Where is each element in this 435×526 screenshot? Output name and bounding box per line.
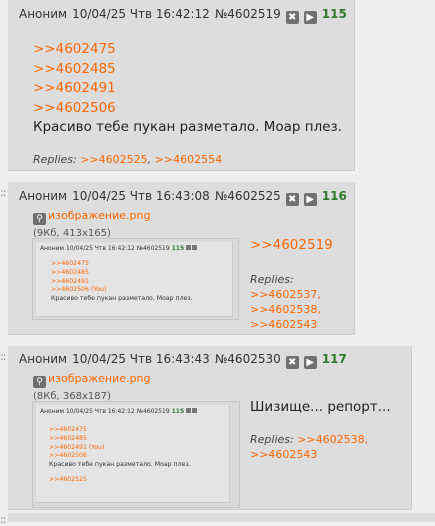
file-info: ⚲ изображение.png (8Кб, 368x187) [33,372,150,402]
file-name-link[interactable]: изображение.png [48,209,150,222]
replies-list: Replies: >>4602537, >>4602538, >>4602543 [250,272,321,332]
thumb-hide-icon [186,245,192,250]
magnifier-icon[interactable]: ⚲ [33,213,46,225]
reply-link[interactable]: >>4602519 [250,236,333,256]
reply-count-badge: 115 [321,7,347,21]
thumb-post: Аноним 10/04/25 Чтв 16:42:12 №4602519 11… [36,242,233,317]
thumb-play-icon [192,408,198,413]
post-date: 10/04/25 Чтв 16:43:08 [72,189,210,203]
hide-post-icon[interactable]: ✖ [285,11,299,24]
reply-count-badge: 116 [321,189,347,203]
thumb-message: Красиво тебе пукан разметало. Моар плез. [51,295,193,303]
reply-count-badge: 117 [321,352,347,366]
thumb-link: >>4602485 [51,268,89,276]
poster-name: Аноним [19,7,68,21]
post-date: 10/04/25 Чтв 16:42:12 [72,7,210,21]
thumb-body: >>4602475 >>4602485 >>4602491 >>4602506 … [51,260,193,304]
reply-backlink[interactable]: >>4602537, [250,287,321,302]
post-body: >>4602475 >>4602485 >>4602491 >>4602506 … [33,40,342,138]
thumb-count: 115 [171,245,185,252]
thread-dots: :: [0,350,7,363]
thumb-post: Аноним 10/04/25 Чтв 16:42:12 №4602519 11… [36,405,230,503]
reply-backlink[interactable]: >>4602543 [250,447,368,462]
reply-backlink[interactable]: >>4602543 [250,317,321,332]
hide-post-icon[interactable]: ✖ [285,356,299,369]
post-body: >>4602519 [250,236,333,256]
thumb-link: >>4602485 [49,434,87,442]
post-4602519: Аноним 10/04/25 Чтв 16:42:12 №4602519 ✖ ▶ 115… [8,0,355,171]
post-message: Шизище... репорт... [250,399,391,415]
reply-backlink[interactable]: >>4602554 [155,153,222,166]
thumb-link: >>4602491 [51,277,89,285]
thumb-link: >>4602475 [49,426,87,433]
thumb-play-icon [192,245,198,250]
image-thumbnail[interactable]: Аноним 10/04/25 Чтв 16:42:12 №4602519 11… [32,401,240,508]
thumb-message: Красиво тебе пукан разметало. Моар плез. [49,461,191,469]
replies-label: Replies: [250,433,294,446]
play-menu-icon[interactable]: ▶ [303,356,317,369]
thumb-body: >>4602475 >>4602485 >>4602491 (You) >>46… [49,426,191,485]
thumb-reply-link: >>4602525 [49,475,87,483]
post-header: Аноним 10/04/25 Чтв 16:43:43 №4602530 ✖ ▶ 117 [19,352,352,369]
post-body: Шизище... репорт... [250,398,391,418]
post-number[interactable]: №4602530 [215,352,281,366]
thumb-header: Аноним 10/04/25 Чтв 16:42:12 №4602519 11… [40,245,198,252]
post-number[interactable]: №4602519 [215,7,281,21]
reply-link[interactable]: >>4602506 [33,99,342,119]
thread-dots: :: [0,186,7,199]
hide-post-icon[interactable]: ✖ [285,193,299,206]
reply-backlink[interactable]: >>4602538, [250,302,321,317]
post-date: 10/04/25 Чтв 16:43:43 [72,352,210,366]
thumb-link: >>4602475 [51,260,89,267]
play-menu-icon[interactable]: ▶ [303,193,317,206]
reply-link[interactable]: >>4602475 [33,40,342,60]
replies-list: Replies: >>4602538, >>4602543 [250,432,368,462]
poster-name: Аноним [19,189,68,203]
replies-label: Replies: [250,273,294,286]
reply-link[interactable]: >>4602485 [33,60,342,80]
reply-link[interactable]: >>4602491 [33,79,342,99]
reply-backlink[interactable]: >>4602525 [80,153,147,166]
post-number[interactable]: №4602525 [215,189,281,203]
file-info: ⚲ изображение.png (9Кб, 413x165) [33,209,150,239]
replies-list: Replies: >>4602525, >>4602554 [33,153,223,166]
thumb-link: >>4602506 (You) [51,286,107,294]
reply-backlink[interactable]: >>4602538, [297,433,368,446]
post-message: Красиво тебе пукан разметало. Моар плез. [33,119,342,135]
post-4602525: Аноним 10/04/25 Чтв 16:43:08 №4602525 ✖ ▶ 116… [8,182,355,335]
thumb-header: Аноним 10/04/25 Чтв 16:42:12 №4602519 11… [40,408,198,415]
play-menu-icon[interactable]: ▶ [303,11,317,24]
thread-dots: :: [0,513,7,526]
thumb-link: >>4602491 (You) [49,443,105,451]
file-name-link[interactable]: изображение.png [48,372,150,385]
thumb-link: >>4602506 [49,452,87,460]
replies-label: Replies: [33,153,77,166]
post-4602530: Аноним 10/04/25 Чтв 16:43:43 №4602530 ✖ ▶ 117… [8,346,412,510]
image-thumbnail[interactable]: Аноним 10/04/25 Чтв 16:42:12 №4602519 11… [32,238,239,320]
thumb-count: 115 [171,408,185,415]
thumb-header-text: Аноним 10/04/25 Чтв 16:42:12 №4602519 [40,408,170,415]
magnifier-icon[interactable]: ⚲ [33,376,46,388]
next-post-edge [8,513,435,522]
post-header: Аноним 10/04/25 Чтв 16:42:12 №4602519 ✖ ▶ 115 [19,7,352,24]
post-header: Аноним 10/04/25 Чтв 16:43:08 №4602525 ✖ ▶ 116 [19,189,352,206]
thumb-header-text: Аноним 10/04/25 Чтв 16:42:12 №4602519 [40,245,170,252]
poster-name: Аноним [19,352,68,366]
thumb-hide-icon [186,408,192,413]
